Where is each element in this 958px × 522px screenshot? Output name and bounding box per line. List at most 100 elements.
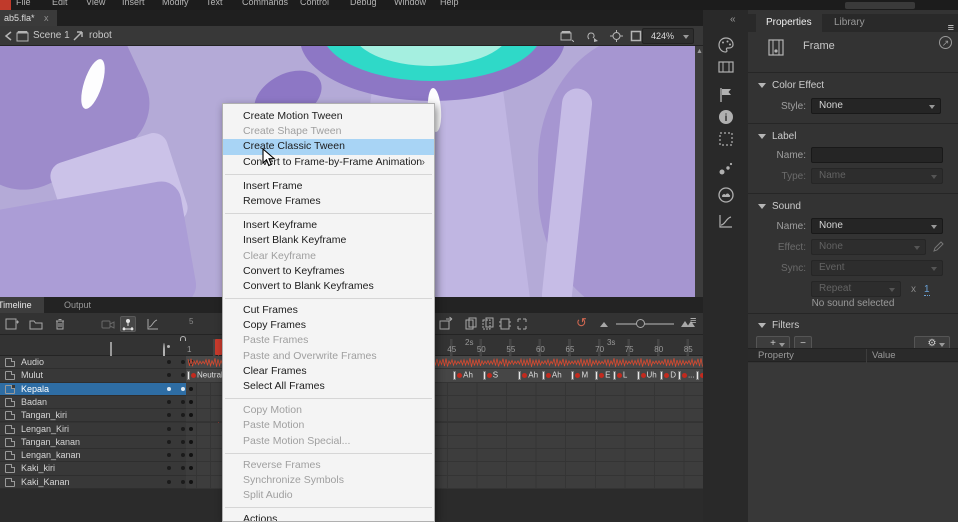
layer-lock-dot[interactable] xyxy=(181,480,185,484)
tab-timeline[interactable]: Timeline xyxy=(0,297,44,313)
menu-item-create-classic-tween[interactable]: Create Classic Tween xyxy=(223,139,434,154)
layer-row-mulut[interactable]: Mulut xyxy=(0,369,186,382)
close-tab-icon[interactable]: x xyxy=(44,13,49,23)
menu-item-insert-blank-keyframe[interactable]: Insert Blank Keyframe xyxy=(223,233,434,248)
layer-visibility-dot[interactable] xyxy=(167,466,171,470)
menu-view[interactable]: View xyxy=(86,0,105,7)
layer-row-kaki-kiri[interactable]: Kaki_kiri xyxy=(0,462,186,475)
mouth-keyframe-s[interactable]: S xyxy=(483,370,498,381)
menu-commands[interactable]: Commands xyxy=(242,0,288,7)
layer-visibility-dot[interactable] xyxy=(167,440,171,444)
layer-lock-dot[interactable] xyxy=(181,466,185,470)
section-sound[interactable]: Sound xyxy=(758,201,801,212)
document-tab[interactable]: ab5.fla* x xyxy=(0,10,57,26)
back-arrow-icon[interactable] xyxy=(3,30,16,42)
layer-visibility-dot[interactable] xyxy=(167,400,171,404)
help-launch-icon[interactable]: ↗ xyxy=(939,36,952,49)
modify-markers-icon[interactable] xyxy=(515,316,531,332)
menu-modify[interactable]: Modify xyxy=(162,0,189,7)
show-parenting-view-icon[interactable] xyxy=(120,316,136,332)
resize-view-small-icon[interactable] xyxy=(598,316,614,332)
workspace-switcher[interactable] xyxy=(845,2,915,9)
layer-row-tangan-kanan[interactable]: Tangan_kanan xyxy=(0,436,186,449)
layer-lock-dot[interactable] xyxy=(181,373,185,377)
registration-frame-icon[interactable] xyxy=(717,130,735,148)
layer-visibility-dot[interactable] xyxy=(167,413,171,417)
new-layer-icon[interactable] xyxy=(4,316,20,332)
delete-layer-icon[interactable] xyxy=(52,316,68,332)
mouth-keyframe-d[interactable]: D xyxy=(660,370,676,381)
mouth-keyframe-uh[interactable]: Uh xyxy=(637,370,657,381)
menu-item-insert-keyframe[interactable]: Insert Keyframe xyxy=(223,218,434,233)
mouth-keyframe-l[interactable]: L xyxy=(613,370,627,381)
step-back-icon[interactable]: ↺ xyxy=(576,315,592,331)
menu-item-select-all-frames[interactable]: Select All Frames xyxy=(223,379,434,394)
info-icon[interactable]: i xyxy=(717,108,735,126)
graph-icon[interactable] xyxy=(717,212,735,230)
layer-row-lengan-kiri[interactable]: Lengan_Kiri xyxy=(0,423,186,436)
menu-item-convert-to-frame-by-frame-animation[interactable]: Convert to Frame-by-Frame Animation› xyxy=(223,155,434,170)
panel-menu-icon[interactable]: ≡ xyxy=(948,22,954,34)
menu-item-clear-frames[interactable]: Clear Frames xyxy=(223,364,434,379)
menu-item-actions[interactable]: Actions xyxy=(223,512,434,522)
menu-window[interactable]: Window xyxy=(394,0,426,7)
layer-lock-dot[interactable] xyxy=(181,400,185,404)
tab-output[interactable]: Output xyxy=(52,297,103,313)
menu-help[interactable]: Help xyxy=(440,0,459,7)
tab-properties[interactable]: Properties xyxy=(756,14,822,32)
sound-name-select[interactable]: None xyxy=(811,218,943,234)
section-label[interactable]: Label xyxy=(758,131,796,142)
onion-skin-outlines-icon[interactable] xyxy=(481,316,497,332)
layer-visibility-dot[interactable] xyxy=(167,373,171,377)
layer-visibility-dot[interactable] xyxy=(167,480,171,484)
edit-multiple-frames-icon[interactable] xyxy=(498,316,514,332)
flag-icon[interactable] xyxy=(717,86,735,104)
playhead[interactable] xyxy=(215,339,222,355)
layer-visibility-dot[interactable] xyxy=(167,360,171,364)
slider-knob[interactable] xyxy=(636,319,645,328)
edit-scene-icon[interactable] xyxy=(560,30,573,42)
menu-insert[interactable]: Insert xyxy=(122,0,145,7)
scroll-up-icon[interactable]: ▲ xyxy=(696,48,703,55)
layer-lock-dot[interactable] xyxy=(181,427,185,431)
mouth-keyframe-ah[interactable]: Ah xyxy=(542,370,562,381)
menu-item-remove-frames[interactable]: Remove Frames xyxy=(223,194,434,209)
section-color-effect[interactable]: Color Effect xyxy=(758,80,824,91)
layer-row-kaki-kanan[interactable]: Kaki_Kanan xyxy=(0,476,186,489)
camera-icon[interactable] xyxy=(100,316,116,332)
menu-item-create-motion-tween[interactable]: Create Motion Tween xyxy=(223,109,434,124)
edit-sound-pencil-icon[interactable] xyxy=(932,240,944,258)
menu-item-convert-to-keyframes[interactable]: Convert to Keyframes xyxy=(223,264,434,279)
breadcrumb-scene[interactable]: Scene 1 xyxy=(33,26,70,46)
menu-edit[interactable]: Edit xyxy=(52,0,68,7)
layer-lock-dot[interactable] xyxy=(181,413,185,417)
label-name-input[interactable] xyxy=(811,147,943,163)
repeat-count-value[interactable]: 1 xyxy=(924,284,930,296)
mouth-keyframe-ah[interactable]: Ah xyxy=(518,370,538,381)
collapse-panels-icon[interactable]: « xyxy=(730,14,736,25)
menu-item-convert-to-blank-keyframes[interactable]: Convert to Blank Keyframes xyxy=(223,279,434,294)
layer-visibility-dot[interactable] xyxy=(167,453,171,457)
layer-row-audio[interactable]: Audio xyxy=(0,356,186,369)
mouth-keyframe-e[interactable]: E xyxy=(595,370,610,381)
center-frame-icon[interactable] xyxy=(610,30,623,42)
menu-file[interactable]: File xyxy=(16,0,31,7)
layer-row-lengan-kanan[interactable]: Lengan_kanan xyxy=(0,449,186,462)
creative-cloud-icon[interactable] xyxy=(717,186,735,204)
new-folder-icon[interactable] xyxy=(28,316,44,332)
menu-control[interactable]: Control xyxy=(300,0,329,7)
menu-text[interactable]: Text xyxy=(206,0,223,7)
section-filters[interactable]: Filters xyxy=(758,320,799,331)
stage-vertical-scrollbar[interactable]: ▲ xyxy=(695,46,703,297)
menu-item-insert-frame[interactable]: Insert Frame xyxy=(223,179,434,194)
app-logo[interactable] xyxy=(0,0,11,10)
loop-playback-icon[interactable] xyxy=(438,316,454,332)
layer-visibility-dot[interactable] xyxy=(167,427,171,431)
menu-debug[interactable]: Debug xyxy=(350,0,377,7)
graph-editor-icon[interactable] xyxy=(145,316,161,332)
timeline-panel-menu-icon[interactable]: ≡ xyxy=(690,315,696,327)
film-frames-icon[interactable] xyxy=(717,58,735,76)
onion-skin-icon[interactable] xyxy=(464,316,480,332)
layer-lock-dot[interactable] xyxy=(181,440,185,444)
layer-lock-dot[interactable] xyxy=(181,360,185,364)
